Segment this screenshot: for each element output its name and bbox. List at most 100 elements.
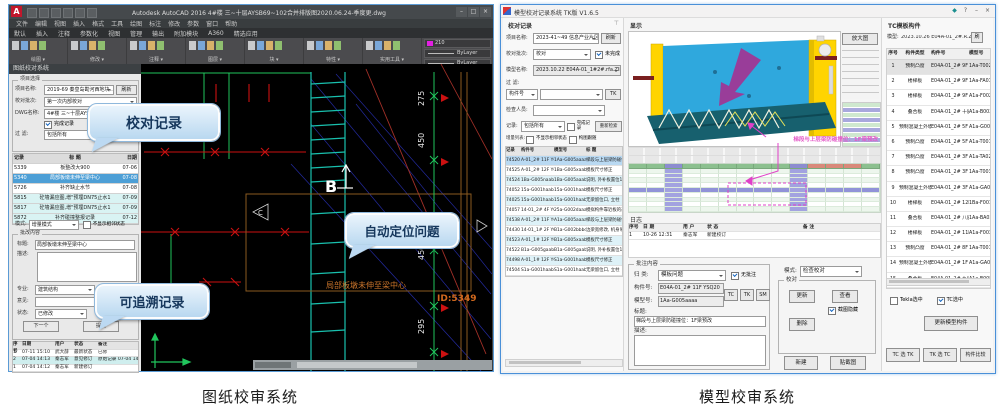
view-button[interactable]: 查看 — [832, 290, 858, 303]
component-row[interactable]: 6 预制凸窗 E04A-01_2# 5F Y.. A1a-T001 — [887, 136, 990, 151]
component-row[interactable]: 7 预制凸窗 E04A-01_2# 3F Y.. A1a-TA02 — [887, 151, 990, 166]
component-row[interactable]: 13 预制凸窗 E04A-01_2# 8F Y.. 1Aa-T001 — [887, 242, 990, 257]
component-row[interactable]: 14 预制混凝土外墙 E04A-01_2# 1F Y.. A1a-GA03 — [887, 257, 990, 272]
horizontal-scrollbar[interactable] — [886, 278, 991, 286]
ribbon-tab[interactable]: 注释 — [53, 28, 75, 39]
ribbon-tab[interactable]: 管理 — [125, 28, 147, 39]
delete-button[interactable]: 删除 — [789, 318, 815, 331]
model-record-row[interactable]: 74057 14-01_2# 4F YGC 25a-G002daaaa 模拟构件… — [506, 206, 622, 216]
ribbon-tab[interactable]: 视图 — [103, 28, 125, 39]
checker-select[interactable] — [533, 105, 605, 116]
model-record-row[interactable]: 74504 S1a-G001haaba S1a-G001haaba 无梁留位口,… — [506, 266, 622, 276]
model-record-row[interactable]: 74520 A-01_2# 11F YGC 1Aa-G005aaaaa 梯段与上… — [506, 156, 622, 166]
model-3d-viewport[interactable] — [628, 31, 841, 147]
model-record-row[interactable]: 74525 A-01_2# 12F YGC 1Ba-G005xaaba 模板尺寸… — [506, 166, 622, 176]
desc-textarea[interactable] — [37, 252, 137, 282]
follow-checkbox[interactable] — [569, 136, 577, 144]
hide-screenshot-checkbox[interactable] — [828, 307, 836, 315]
model-record-row[interactable]: 74052 15a-G001haaba 15a-G001haaba 模板尺寸修正 — [506, 186, 622, 196]
record-row[interactable]: 5726 补齐缺止水节 07-08 — [13, 184, 138, 194]
ribbon-tab[interactable]: 参数化 — [75, 28, 103, 39]
tk-button[interactable]: TK — [605, 89, 621, 100]
next-button[interactable]: 下一个 — [23, 321, 59, 332]
model-record-row[interactable]: 74523 A-01_1# 12F YGC B1a-G005xaaba 模板尺寸… — [506, 236, 622, 246]
tc-button[interactable]: TC — [724, 289, 738, 301]
adjacent-checkbox[interactable] — [83, 221, 91, 229]
help-button[interactable]: ? — [961, 6, 970, 15]
record-row[interactable]: 5340 局部板墩未伸至梁中心 07-08 — [13, 174, 138, 184]
project-name-select[interactable]: 2019-69 秦皇岛勘河西地块… — [44, 85, 114, 95]
component-row[interactable]: 1 预制凸窗 E04A-01_2# 9F Y.. 1Aa-T002 — [887, 60, 990, 75]
done-checkbox[interactable] — [44, 121, 52, 129]
research-button[interactable]: 重新检索 — [595, 121, 622, 132]
sm-button[interactable]: SM — [756, 289, 770, 301]
record-row[interactable]: 5817 砼墙漏应图,增"预埋DN75止水1 07-09 — [13, 204, 138, 214]
model-record-row[interactable]: 74538 A-01_2# 11F YGC A1a-G005aaaaa 梯段与上… — [506, 216, 622, 226]
record-row[interactable]: 5815 砼墙漏应图,增"预埋DN75止水1 07-09 — [13, 194, 138, 204]
refresh-button[interactable]: 刷新 — [116, 85, 137, 95]
done-checkbox[interactable] — [567, 123, 575, 131]
paste-screenshot-button[interactable]: 贴截图 — [830, 356, 866, 370]
review-grid[interactable] — [628, 163, 881, 213]
ribbon-tab[interactable]: A360 — [203, 29, 229, 38]
component-filter-select[interactable]: 构件号 — [506, 89, 538, 100]
tc-select-checkbox[interactable] — [937, 297, 945, 305]
note-title-input[interactable]: 梯段与上层梁防碰撞位：1F梁预改 — [634, 316, 766, 327]
mode-select[interactable]: 检查校对 — [800, 266, 862, 277]
model-record-row[interactable]: 74025 15a-G001haaba 15a-G001haaba 无梁留位口,… — [506, 196, 622, 206]
ribbon-group[interactable]: 绘图 ▾ — [9, 38, 68, 64]
component-row[interactable]: 2 楼梯板 E04A-01_2# 9F Y.. 1Aa-FA01 — [887, 75, 990, 90]
status-select[interactable]: 已修改 — [35, 309, 87, 319]
reload-button[interactable]: 刷 — [971, 32, 983, 43]
print-icon[interactable] — [87, 8, 97, 18]
ribbon-tab[interactable]: 输出 — [147, 28, 169, 39]
component-row[interactable]: 11 叠合板 E04A-01_2# 八层.. 1Aa-BA02 — [887, 212, 990, 227]
ribbon-group[interactable]: 实用工具 ▾ — [363, 38, 422, 64]
ribbon-tab[interactable]: 精选应用 — [229, 28, 263, 39]
batch-select[interactable]: 校对 — [533, 49, 591, 60]
ribbon-tab[interactable]: 附加模块 — [169, 28, 203, 39]
minimize-button[interactable]: – — [456, 7, 467, 17]
new-button[interactable]: 新建 — [784, 356, 818, 370]
unfinished-checkbox[interactable] — [595, 51, 603, 59]
ribbon-group[interactable]: 注释 ▾ — [127, 38, 186, 64]
update-components-button[interactable]: 更新模型构件 — [924, 316, 978, 331]
maximize-button[interactable]: □ — [468, 7, 479, 17]
adjacent-checkbox[interactable] — [526, 136, 534, 144]
mode-select[interactable]: 增量模式 — [29, 220, 79, 230]
component-row[interactable]: 12 楼梯板 E04A-01_2# 11F .. A1a-F003 — [887, 227, 990, 242]
tekla-select-checkbox[interactable] — [890, 297, 898, 305]
update-button[interactable]: 更新 — [789, 290, 815, 303]
compare-button[interactable]: 构件比较 — [960, 348, 991, 362]
history-row[interactable]: 1 07-11 15:10 武大薛 最新状态 已修 — [13, 350, 138, 358]
autocad-logo-icon[interactable]: A — [11, 6, 22, 17]
ribbon-group[interactable]: 块 ▾ — [245, 38, 304, 64]
history-row[interactable]: 2 07-04 14:13 秦志军 意见修订 原始记录 07-04 14 — [13, 357, 138, 365]
title-input[interactable]: 局部板墩未伸至梁中心 — [35, 240, 135, 250]
record-filter-select[interactable]: 包括所有 — [521, 121, 565, 132]
menu-item[interactable]: 窗口 — [206, 19, 218, 28]
model-record-row[interactable]: 74498 A-01_1# 12F YGC S1a-G001haaba 模板尺寸… — [506, 256, 622, 266]
teamcenter-icon[interactable]: ◆ — [950, 6, 959, 15]
category-select[interactable]: 模板问题 — [658, 270, 726, 281]
redo-icon[interactable] — [75, 8, 85, 18]
layer-dropdown[interactable]: 210 — [424, 39, 491, 48]
log-row[interactable]: 1 10-26 12:31 秦志军 新建校订 — [629, 232, 880, 240]
ribbon-group[interactable]: 图层 ▾ — [186, 38, 245, 64]
enlarge-button[interactable]: 放大图 — [842, 33, 878, 45]
open-file-icon[interactable] — [39, 8, 49, 18]
model-name-select[interactable]: 2023.10.22 E04A-01_1#2#.rfa.ZIP — [533, 65, 621, 76]
horizontal-scrollbar[interactable] — [505, 359, 623, 367]
history-row[interactable]: 1 07-04 14:12 秦志军 新建修订 — [13, 365, 138, 373]
model-record-row[interactable]: 74430 14-01_1# 2F YGC B1a-G002bbbda 边梁宽修… — [506, 226, 622, 236]
new-file-icon[interactable] — [27, 8, 37, 18]
minimize-button[interactable]: – — [972, 6, 981, 15]
linetype-dropdown[interactable]: ByLayer — [424, 49, 491, 58]
component-row[interactable]: 4 叠合板 E04A-01_2# 十层.. A1a-B002 — [887, 106, 990, 121]
close-button[interactable]: × — [983, 6, 992, 15]
component-row[interactable]: 9 预制混凝土外墙 E04A-01_2# 3F Y.. A1a-GA03 — [887, 182, 990, 197]
tk-button[interactable]: TK — [740, 289, 754, 301]
component-row[interactable]: 8 预制凸窗 E04A-01_2# 3F Y.. 1Aa-T003 — [887, 166, 990, 181]
record-row[interactable]: 5339 板整改大900 07-06 — [13, 164, 138, 174]
ribbon-group[interactable]: 特性 ▾ — [304, 38, 363, 64]
